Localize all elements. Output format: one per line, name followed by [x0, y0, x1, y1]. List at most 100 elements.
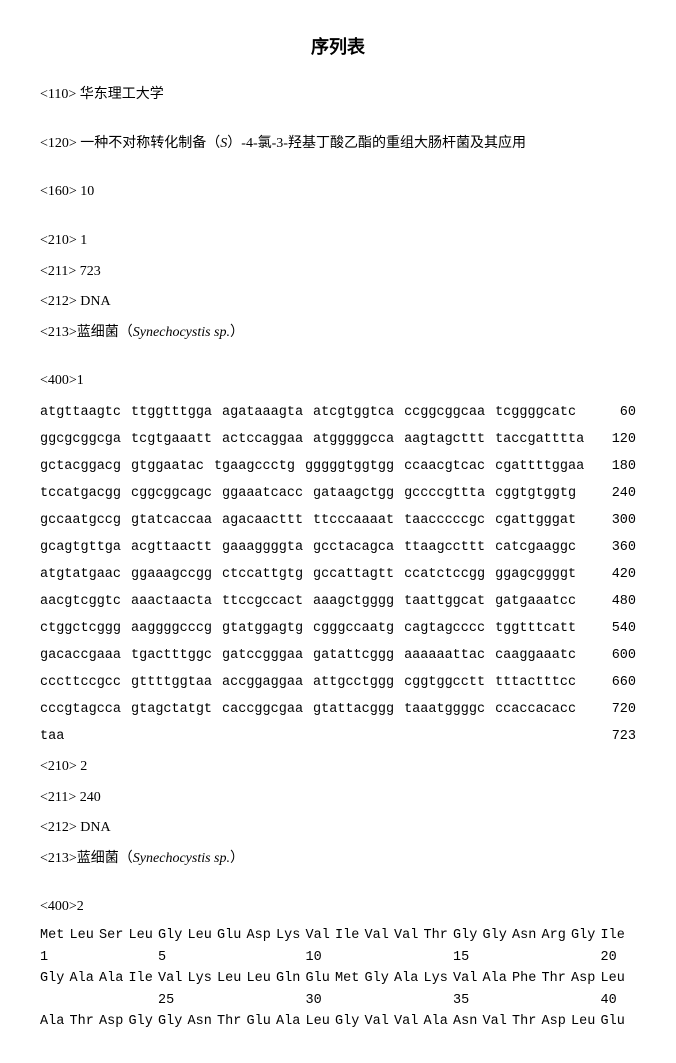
- amino-acid: Gly: [453, 925, 483, 947]
- amino-acid: Lys: [188, 968, 218, 990]
- seq2-tag-212: <212> DNA: [40, 815, 636, 842]
- tag-110: <110> 华东理工大学: [40, 82, 636, 109]
- sequence-group: taa: [40, 723, 64, 750]
- sequence-group: gatgaaatcc: [495, 588, 576, 615]
- sequence-row: cccgtagccagtagctatgtcaccggcgaagtattacggg…: [40, 696, 636, 723]
- amino-acid: Thr: [542, 968, 572, 990]
- sequence-group: agacaacttt: [222, 507, 303, 534]
- sequence-group: gtggaatac: [131, 453, 204, 480]
- sequence-position: 660: [600, 669, 636, 696]
- sequence-group: ttaagccttt: [404, 534, 485, 561]
- protein-position: [424, 990, 454, 1012]
- sequence-row: atgtatgaacggaaagccggctccattgtggccattagtt…: [40, 561, 636, 588]
- sequence-group: actccaggaa: [222, 426, 303, 453]
- sequence-group: gtagctatgt: [131, 696, 212, 723]
- amino-acid: Asn: [512, 925, 542, 947]
- amino-acid: Asp: [571, 968, 601, 990]
- sequence-group: acgttaactt: [131, 534, 212, 561]
- sequence-group: ggaaatcacc: [222, 480, 303, 507]
- sequence-group: ccaccacacc: [495, 696, 576, 723]
- amino-acid: Val: [158, 968, 188, 990]
- amino-acid: Leu: [571, 1011, 601, 1033]
- seq2-tag-213-italic: Synechocystis sp.: [133, 851, 230, 866]
- page-title: 序列表: [40, 30, 636, 64]
- amino-acid: Leu: [188, 925, 218, 947]
- sequence-group: cggtggcctt: [404, 669, 485, 696]
- protein-position: [188, 990, 218, 1012]
- amino-acid: Ile: [601, 925, 631, 947]
- seq1-tag-213-suffix: ）: [230, 325, 244, 340]
- protein-position-row: 25303540: [40, 990, 636, 1012]
- sequence-group: tgaagccctg: [214, 453, 295, 480]
- sequence-group: atcgtggtca: [313, 399, 394, 426]
- seq2-tag-213: <213>蓝细菌（Synechocystis sp.）: [40, 846, 636, 873]
- sequence-group: gataagctgg: [313, 480, 394, 507]
- sequence-row: aacgtcggtcaaactaactattccgccactaaagctgggg…: [40, 588, 636, 615]
- tag-120-suffix: ）-4-氯-3-羟基丁酸乙酯的重组大肠杆菌及其应用: [227, 136, 526, 151]
- sequence-group: atgttaagtc: [40, 399, 121, 426]
- sequence-group: gtattacggg: [313, 696, 394, 723]
- sequence-group: ggaaagccgg: [131, 561, 212, 588]
- amino-acid: Leu: [129, 925, 159, 947]
- protein-position: [217, 990, 247, 1012]
- sequence-group: gatccgggaa: [222, 642, 303, 669]
- sequence-position: 480: [600, 588, 636, 615]
- amino-acid: Arg: [542, 925, 572, 947]
- amino-acid: Val: [394, 925, 424, 947]
- amino-acid: Glu: [217, 925, 247, 947]
- protein-row: MetLeuSerLeuGlyLeuGluAspLysValIleValValT…: [40, 925, 636, 947]
- seq1-tag-213-italic: Synechocystis sp.: [133, 325, 230, 340]
- sequence-row: gacaccgaaatgactttggcgatccgggaagatattcggg…: [40, 642, 636, 669]
- sequence-group: catcgaaggc: [495, 534, 576, 561]
- sequence-group: gccccgttta: [404, 480, 485, 507]
- sequence-group: gccaatgccg: [40, 507, 121, 534]
- sequence-group: taattggcat: [404, 588, 485, 615]
- protein-position: [247, 947, 277, 969]
- sequence-group: gatattcggg: [313, 642, 394, 669]
- sequence-row: gctacggacggtggaatactgaagccctggggggtggtgg…: [40, 453, 636, 480]
- amino-acid: Ala: [70, 968, 100, 990]
- sequence-position: 360: [600, 534, 636, 561]
- sequence-group: agataaagta: [222, 399, 303, 426]
- protein-position: [129, 990, 159, 1012]
- amino-acid: Val: [453, 968, 483, 990]
- sequence-group: cgggccaatg: [313, 615, 394, 642]
- sequence-group: gtatcaccaa: [131, 507, 212, 534]
- sequence-position: 180: [600, 453, 636, 480]
- protein-position: [70, 990, 100, 1012]
- protein-position: [365, 947, 395, 969]
- sequence-group: ttggtttgga: [131, 399, 212, 426]
- sequence-group: cgattttggaa: [495, 453, 584, 480]
- amino-acid: Leu: [247, 968, 277, 990]
- protein-position: [394, 990, 424, 1012]
- amino-acid: Glu: [247, 1011, 277, 1033]
- protein-position: [483, 947, 513, 969]
- protein-position: [40, 990, 70, 1012]
- amino-acid: Ile: [335, 925, 365, 947]
- sequence-group: gcctacagca: [313, 534, 394, 561]
- sequence-group: aaactaacta: [131, 588, 212, 615]
- protein-position: 40: [601, 990, 631, 1012]
- sequence-group: taaatggggc: [404, 696, 485, 723]
- protein-position: 5: [158, 947, 188, 969]
- seq1-tag-400: <400>1: [40, 368, 636, 395]
- protein-position: [542, 947, 572, 969]
- sequence-row: taa723: [40, 723, 636, 750]
- sequence-group: aagtagcttt: [404, 426, 485, 453]
- protein-position: [70, 947, 100, 969]
- seq1-tag-210: <210> 1: [40, 228, 636, 255]
- seq2-tag-211: <211> 240: [40, 785, 636, 812]
- amino-acid: Val: [365, 1011, 395, 1033]
- sequence-group: cccttccgcc: [40, 669, 121, 696]
- protein-position: [247, 990, 277, 1012]
- protein-position: [512, 990, 542, 1012]
- amino-acid: Asn: [453, 1011, 483, 1033]
- sequence-group: ttccgccact: [222, 588, 303, 615]
- sequence-group: tttactttcc: [495, 669, 576, 696]
- sequence-group: tccatgacgg: [40, 480, 121, 507]
- amino-acid: Met: [335, 968, 365, 990]
- amino-acid: Ala: [394, 968, 424, 990]
- sequence-group: gacaccgaaa: [40, 642, 121, 669]
- sequence-group: attgcctggg: [313, 669, 394, 696]
- amino-acid: Leu: [306, 1011, 336, 1033]
